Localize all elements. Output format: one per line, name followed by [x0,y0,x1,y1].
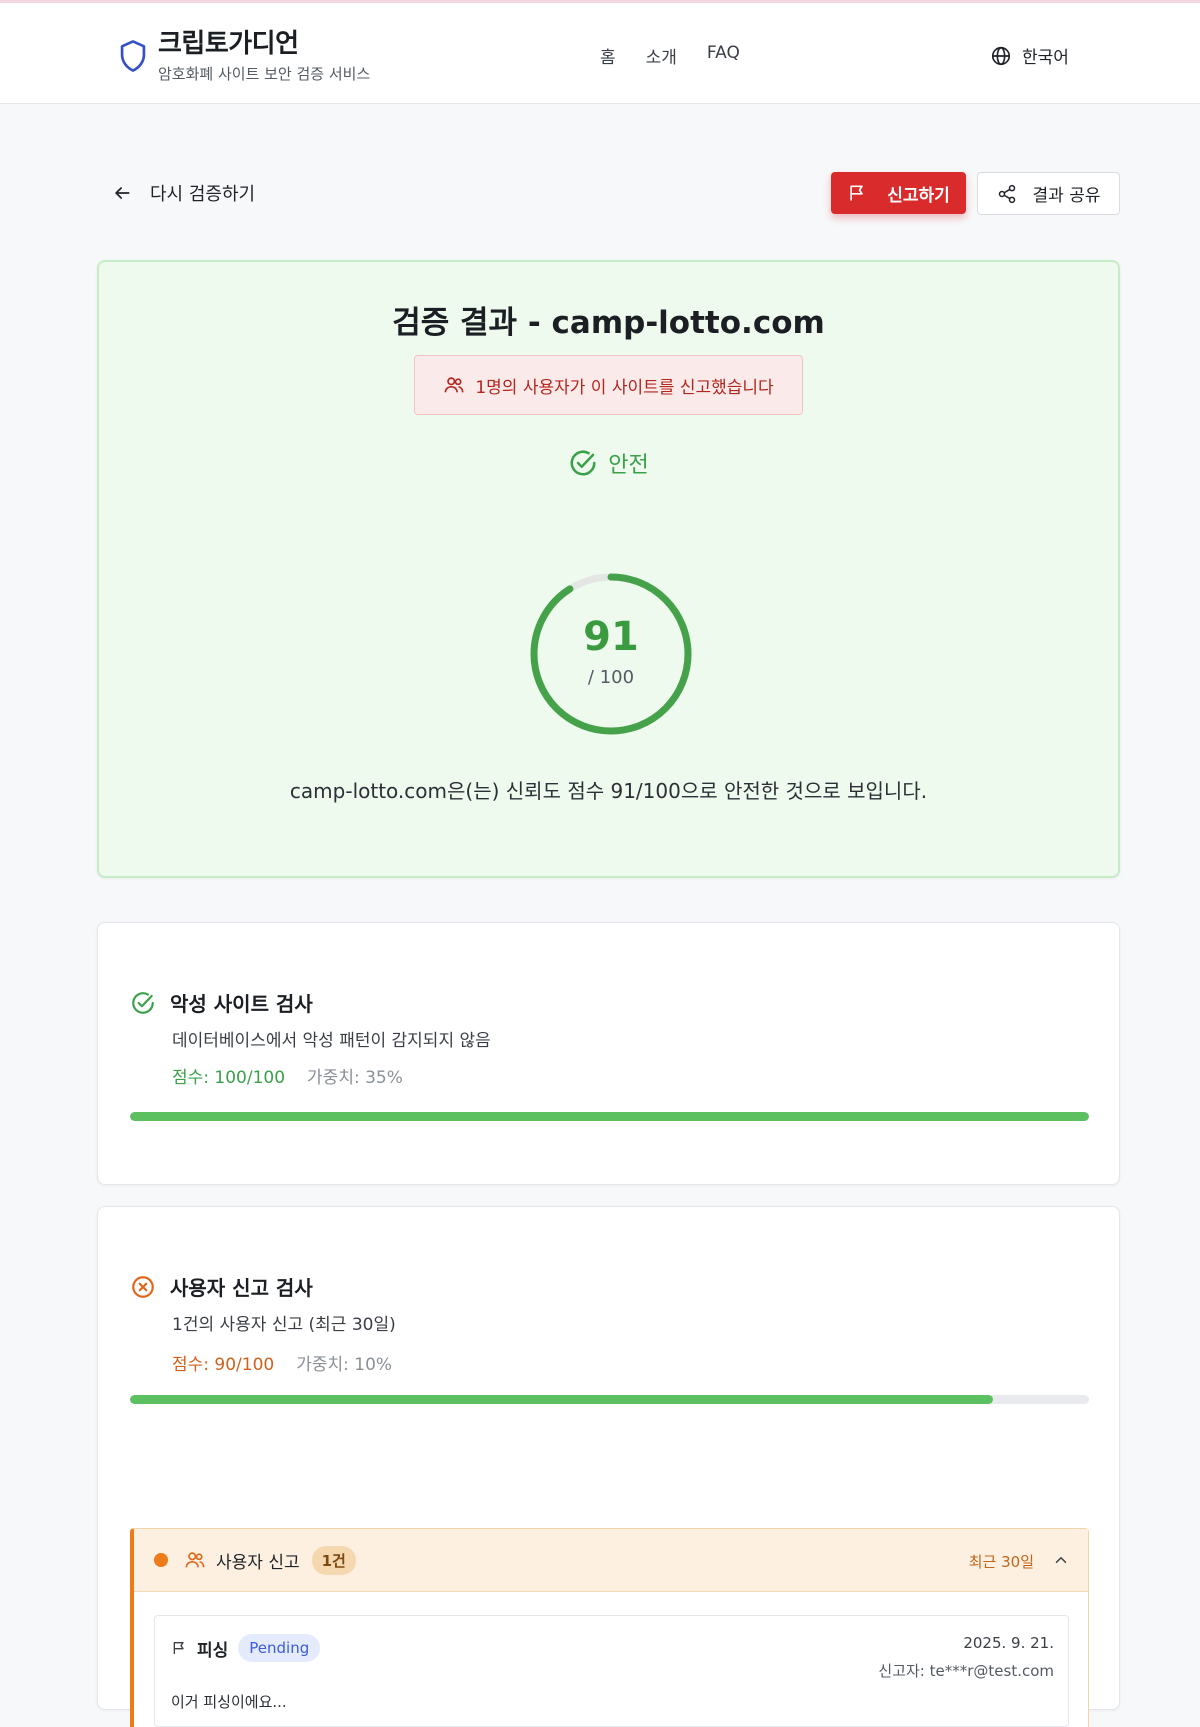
score-gauge: 91 / 100 [529,572,693,736]
check-weight: 가중치: 10% [296,1355,393,1375]
report-button-label: 신고하기 [887,185,950,206]
report-status-badge: Pending [238,1634,321,1662]
report-period: 최근 30일 [968,1553,1034,1571]
check-weight: 가중치: 35% [307,1068,403,1088]
site-header: 크립토가디언 암호화폐 사이트 보안 검증 서비스 홈 소개 FAQ 한국어 [0,3,1200,104]
user-reports-label: 사용자 신고 [216,1552,300,1573]
check-score: 점수: 100/100 [172,1068,286,1088]
check-progress-track [130,1395,1089,1404]
report-button[interactable]: 신고하기 [831,172,966,214]
x-circle-icon [132,1275,154,1298]
check-circle-icon [132,991,154,1014]
flag-icon [850,185,864,201]
check-header: 악성 사이트 검사 [130,988,313,1017]
users-icon [185,1552,205,1568]
check-circle-icon [570,450,596,476]
score-max: / 100 [587,667,635,688]
check-description: 데이터베이스에서 악성 패턴이 감지되지 않음 [172,1031,491,1051]
report-reporter: 신고자: te***r@test.com [878,1662,1054,1680]
malicious-site-check-card: 악성 사이트 검사 데이터베이스에서 악성 패턴이 감지되지 않음 점수: 10… [97,922,1120,1185]
check-description: 1건의 사용자 신고 (최근 30일) [172,1315,396,1335]
check-scores: 점수: 90/100 가중치: 10% [172,1350,392,1375]
language-label: 한국어 [1022,48,1069,68]
brand[interactable]: 크립토가디언 암호화폐 사이트 보안 검증 서비스 [118,27,370,84]
share-button-label: 결과 공유 [1032,186,1101,206]
nav-faq[interactable]: FAQ [707,43,740,68]
main-nav: 홈 소개 FAQ [600,43,740,68]
arrow-left-icon [115,187,130,199]
status-dot [154,1553,168,1567]
check-title: 악성 사이트 검사 [170,992,313,1016]
chevron-up-icon[interactable] [1052,1551,1070,1569]
back-label: 다시 검증하기 [150,184,256,205]
check-score: 점수: 90/100 [172,1355,275,1375]
back-button[interactable]: 다시 검증하기 [112,180,255,206]
user-report-check-card: 사용자 신고 검사 1건의 사용자 신고 (최근 30일) 점수: 90/100… [97,1206,1120,1727]
user-reports-header[interactable]: 사용자 신고 1건 최근 30일 [134,1529,1088,1592]
report-date: 2025. 9. 21. [963,1634,1054,1652]
report-text: 이거 피싱이에요... [171,1693,287,1711]
flag-icon [173,1642,184,1654]
report-item: 피싱 Pending 2025. 9. 21. 신고자: te***r@test… [154,1615,1069,1727]
share-button[interactable]: 결과 공유 [977,172,1120,215]
check-progress-fill [130,1112,1089,1121]
share-icon [998,184,1015,203]
nav-home[interactable]: 홈 [600,43,616,68]
check-progress-track [130,1112,1089,1121]
nav-about[interactable]: 소개 [646,43,677,68]
users-icon [444,377,464,393]
result-title: 검증 결과 - camp-lotto.com [392,305,825,341]
language-selector[interactable]: 한국어 [990,43,1069,68]
check-header: 사용자 신고 검사 [130,1272,313,1301]
check-progress-fill [130,1395,994,1404]
brand-title: 크립토가디언 [158,29,299,59]
check-scores: 점수: 100/100 가중치: 35% [172,1063,403,1088]
report-count-badge: 1건 [311,1545,356,1575]
shield-icon [120,40,146,72]
status-badge: 안전 [99,447,1118,479]
result-card: 검증 결과 - camp-lotto.com 1명의 사용자가 이 사이트를 신… [97,260,1120,878]
report-type: 피싱 Pending [171,1634,321,1662]
user-reports-panel: 사용자 신고 1건 최근 30일 피싱 Pending 2025. 9. 21.… [130,1528,1089,1727]
check-title: 사용자 신고 검사 [170,1276,313,1300]
globe-icon [991,46,1011,65]
report-alert-text: 1명의 사용자가 이 사이트를 신고했습니다 [475,377,774,398]
score-value: 91 [583,614,639,660]
result-summary: camp-lotto.com은(는) 신뢰도 점수 91/100으로 안전한 것… [289,779,928,803]
brand-subtitle: 암호화폐 사이트 보안 검증 서비스 [158,65,371,83]
report-alert: 1명의 사용자가 이 사이트를 신고했습니다 [414,355,803,415]
report-type-label: 피싱 [197,1640,229,1661]
status-label: 안전 [608,453,649,478]
